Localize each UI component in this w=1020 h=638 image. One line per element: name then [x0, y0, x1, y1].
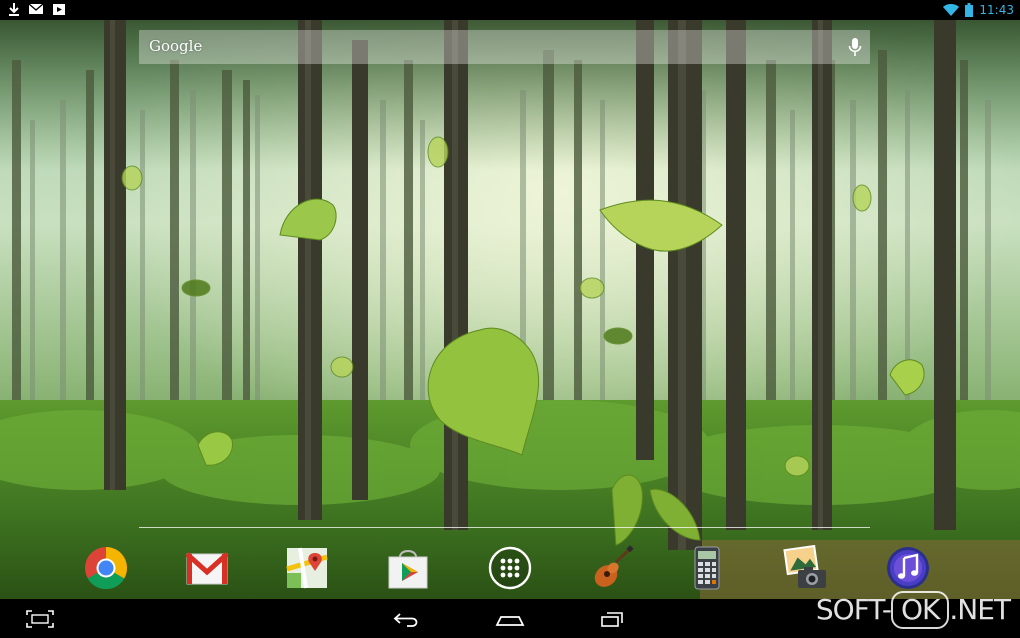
play-store-notification-icon [53, 4, 65, 15]
recent-apps-icon [26, 610, 54, 628]
gmail-icon[interactable] [184, 545, 230, 591]
app-drawer-icon[interactable] [487, 545, 533, 591]
mic-icon[interactable] [848, 37, 862, 57]
back-icon [393, 613, 418, 627]
chrome-icon[interactable] [83, 545, 129, 591]
home-icon [495, 616, 525, 626]
calculator-icon[interactable] [684, 545, 730, 591]
screenshot-button[interactable] [20, 604, 60, 634]
download-icon [9, 3, 19, 16]
system-status[interactable]: 11:43 [943, 0, 1014, 20]
clock: 11:43 [979, 3, 1014, 17]
recents-button[interactable] [592, 604, 632, 634]
watermark-prefix: SOFT- [815, 593, 892, 626]
music-icon[interactable] [885, 545, 931, 591]
recents-icon [601, 612, 623, 627]
status-bar[interactable]: 11:43 [0, 0, 1020, 20]
maps-icon[interactable] [284, 545, 330, 591]
dock-divider [139, 527, 870, 528]
notification-icons[interactable] [8, 2, 66, 16]
google-logo[interactable]: Google [149, 37, 202, 55]
forest-wallpaper [0, 0, 1020, 638]
watermark: SOFT- OK .NET [815, 591, 1011, 629]
gallery-camera-icon[interactable] [783, 545, 829, 591]
guitar-icon[interactable] [590, 545, 636, 591]
home-button[interactable] [490, 604, 530, 634]
wifi-icon [943, 4, 960, 16]
back-button[interactable] [387, 604, 427, 634]
watermark-suffix: .NET [949, 593, 1011, 626]
watermark-boxed-text: OK [890, 591, 950, 629]
battery-icon [965, 3, 974, 17]
play-store-icon[interactable] [385, 545, 431, 591]
google-search-bar[interactable]: Google [139, 30, 870, 64]
gmail-notification-icon [28, 3, 44, 14]
